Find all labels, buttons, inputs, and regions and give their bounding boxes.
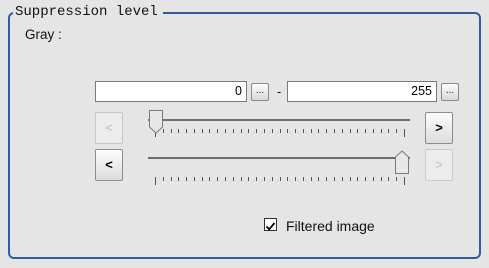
slider-tick xyxy=(209,177,210,181)
slider-tick xyxy=(287,177,288,181)
slider-tick xyxy=(272,129,273,133)
slider-tick xyxy=(209,129,210,133)
slider-tick xyxy=(381,177,382,181)
slider-tick xyxy=(256,177,257,181)
slider-tick xyxy=(357,177,358,181)
slider-tick xyxy=(241,129,242,133)
slider-tick xyxy=(388,129,389,133)
slider-tick xyxy=(225,177,226,181)
range-separator: - xyxy=(277,84,282,99)
slider-tick xyxy=(326,177,327,181)
slider-tick xyxy=(233,177,234,181)
slider-tick xyxy=(194,177,195,181)
slider-tick xyxy=(202,129,203,133)
slider-tick xyxy=(396,129,397,133)
slider-tick xyxy=(373,177,374,181)
slider-tick xyxy=(404,177,405,185)
slider-tick xyxy=(194,129,195,133)
slider-tick xyxy=(318,129,319,133)
slider-tick xyxy=(280,177,281,181)
slider-tick xyxy=(404,129,405,137)
slider-tick xyxy=(272,177,273,181)
lower-increment-button[interactable]: > xyxy=(425,112,453,144)
upper-decrement-button[interactable]: < xyxy=(95,149,123,181)
slider-tick xyxy=(334,177,335,181)
slider-tick xyxy=(350,177,351,181)
slider-tick xyxy=(303,129,304,133)
slider-tick xyxy=(163,177,164,181)
slider-tick xyxy=(217,129,218,133)
max-value-browse-button[interactable]: ... xyxy=(441,83,459,101)
slider-tick xyxy=(342,129,343,133)
slider-tick xyxy=(171,129,172,133)
slider-tick xyxy=(373,129,374,133)
slider-tick xyxy=(186,129,187,133)
slider-tick xyxy=(155,177,156,185)
slider-tick xyxy=(264,129,265,133)
slider-tick xyxy=(248,129,249,133)
lower-slider-ticks xyxy=(155,129,405,137)
slider-tick xyxy=(171,177,172,181)
slider-tick xyxy=(264,177,265,181)
filtered-image-label[interactable]: Filtered image xyxy=(286,218,375,234)
min-value-browse-button[interactable]: ... xyxy=(251,83,269,101)
slider-tick xyxy=(303,177,304,181)
min-value-input[interactable]: 0 xyxy=(95,81,247,102)
upper-increment-button[interactable]: > xyxy=(425,149,453,181)
slider-tick xyxy=(295,177,296,181)
slider-tick xyxy=(326,129,327,133)
slider-tick xyxy=(256,129,257,133)
slider-tick xyxy=(280,129,281,133)
slider-tick xyxy=(233,129,234,133)
slider-tick xyxy=(225,129,226,133)
slider-tick xyxy=(357,129,358,133)
slider-tick xyxy=(178,129,179,133)
slider-tick xyxy=(202,177,203,181)
slider-tick xyxy=(318,177,319,181)
slider-tick xyxy=(365,129,366,133)
gray-label: Gray : xyxy=(25,27,62,42)
filtered-image-checkbox[interactable] xyxy=(264,218,277,231)
upper-slider-ticks xyxy=(155,177,405,185)
slider-tick xyxy=(311,177,312,181)
lower-slider-track[interactable] xyxy=(148,119,410,121)
lower-slider-thumb[interactable] xyxy=(148,110,164,134)
group-title: Suppression level xyxy=(13,3,163,21)
slider-tick xyxy=(311,129,312,133)
upper-slider-thumb[interactable] xyxy=(394,150,410,174)
slider-tick xyxy=(342,177,343,181)
slider-tick xyxy=(334,129,335,133)
slider-tick xyxy=(295,129,296,133)
slider-tick xyxy=(381,129,382,133)
checkmark-icon xyxy=(265,222,276,231)
slider-tick xyxy=(248,177,249,181)
lower-decrement-button[interactable]: < xyxy=(95,112,123,144)
slider-tick xyxy=(350,129,351,133)
max-value-input[interactable]: 255 xyxy=(287,81,437,102)
slider-tick xyxy=(186,177,187,181)
slider-tick xyxy=(241,177,242,181)
slider-tick xyxy=(287,129,288,133)
slider-tick xyxy=(388,177,389,181)
slider-tick xyxy=(178,177,179,181)
upper-slider-track[interactable] xyxy=(148,157,410,159)
slider-tick xyxy=(217,177,218,181)
slider-tick xyxy=(396,177,397,181)
slider-tick xyxy=(365,177,366,181)
